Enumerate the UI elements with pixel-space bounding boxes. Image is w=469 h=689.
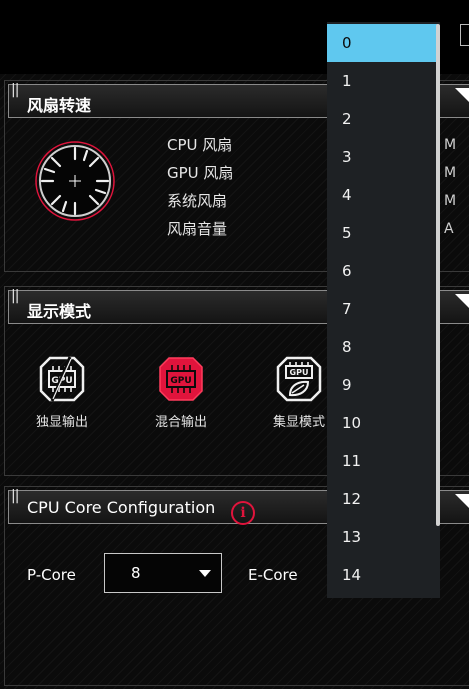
dropdown-option[interactable]: 13 (327, 518, 438, 556)
mode-hybrid-label: 混合输出 (154, 415, 207, 430)
dropdown-option[interactable]: 4 (327, 176, 438, 214)
dropdown-option[interactable]: 14 (327, 556, 438, 594)
dropdown-option[interactable]: 6 (327, 252, 438, 290)
header-mark-icon: || (11, 488, 20, 504)
gpu-integrated-icon: GPU (276, 356, 322, 402)
header-mark-icon: || (11, 288, 20, 304)
fan-value-cpu[interactable]: M (444, 135, 456, 163)
mode-discrete-gpu[interactable]: GPU 独显输出 (17, 355, 107, 430)
mode-discrete-label: 独显输出 (35, 415, 88, 430)
dropdown-option[interactable]: 0 (327, 24, 438, 62)
fan-value-gpu[interactable]: M (444, 163, 456, 191)
collapse-corner-icon[interactable] (455, 88, 469, 104)
dropdown-option[interactable]: 8 (327, 328, 438, 366)
gpu-integrated-icon-text: GPU (290, 368, 309, 377)
dropdown-option[interactable]: 9 (327, 366, 438, 404)
fan-value-list: M M M A (444, 135, 456, 247)
dropdown-option[interactable]: 2 (327, 100, 438, 138)
fan-value-system[interactable]: M (444, 191, 456, 219)
collapse-corner-icon[interactable] (455, 294, 469, 310)
dropdown-option[interactable]: 10 (327, 404, 438, 442)
gpu-hybrid-icon: GPU (159, 357, 203, 401)
fan-label-gpu: GPU 风扇 (167, 164, 234, 182)
display-mode-title: 显示模式 (27, 302, 92, 321)
dropdown-option[interactable]: 3 (327, 138, 438, 176)
dropdown-option[interactable]: 1 (327, 62, 438, 100)
dropdown-option[interactable]: 12 (327, 480, 438, 518)
cpu-core-title: CPU Core Configuration (27, 498, 216, 517)
fan-gauge-icon (35, 141, 115, 221)
info-icon[interactable]: i (231, 501, 255, 525)
pcore-label: P-Core (27, 566, 76, 584)
pcore-value: 8 (131, 564, 141, 582)
collapse-corner-icon[interactable] (455, 494, 469, 510)
fan-value-volume[interactable]: A (444, 219, 456, 247)
dropdown-option[interactable]: 7 (327, 290, 438, 328)
pcore-select[interactable]: 8 (104, 553, 222, 593)
window-control-icon[interactable] (460, 24, 469, 46)
fan-speed-title: 风扇转速 (27, 96, 92, 115)
ecore-dropdown-list[interactable]: 0 1 2 3 4 5 6 7 8 9 10 11 12 13 14 (327, 22, 440, 598)
fan-label-list: CPU 风扇 GPU 风扇 系统风扇 风扇音量 (167, 135, 233, 247)
dropdown-scrollbar[interactable] (436, 24, 440, 526)
chevron-down-icon (199, 570, 211, 577)
dropdown-option[interactable]: 5 (327, 214, 438, 252)
dropdown-option[interactable]: 11 (327, 442, 438, 480)
header-mark-icon: || (11, 82, 20, 98)
fan-label-volume: 风扇音量 (167, 220, 228, 238)
ecore-label: E-Core (248, 566, 298, 584)
gpu-hybrid-icon-text: GPU (170, 376, 191, 386)
gpu-discrete-icon: GPU (39, 356, 85, 402)
fan-label-system: 系统风扇 (167, 192, 228, 210)
mode-hybrid-gpu[interactable]: GPU 混合输出 (136, 355, 226, 430)
fan-label-cpu: CPU 风扇 (167, 136, 233, 154)
